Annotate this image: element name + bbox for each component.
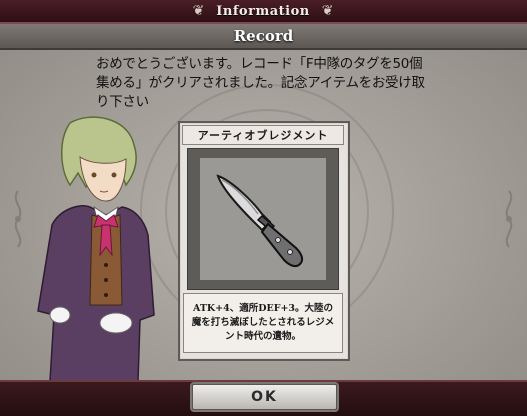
fleur-ornament-icon: ❦ xyxy=(192,3,205,19)
character-portrait xyxy=(37,116,155,381)
left-side-ornament-icon xyxy=(14,190,22,248)
item-image-background xyxy=(200,158,326,280)
item-name: アーティオブレジメント xyxy=(197,129,329,142)
record-title: Record xyxy=(233,27,294,45)
combat-knife-icon xyxy=(216,174,304,268)
ok-button[interactable]: OK xyxy=(192,384,337,410)
item-card: アーティオブレジメント ATK+4、適所DEF+3。大陸の魔を打ち滅ぼしたとされ… xyxy=(178,121,350,361)
item-description: ATK+4、適所DEF+3。大陸の魔を打ち滅ぼしたとされるレジメント時代の遺物。 xyxy=(191,303,335,342)
information-title: Information xyxy=(216,3,310,19)
top-bar: ❦ Information ❦ xyxy=(0,0,527,23)
record-message: おめでとうございます。レコード「F中隊のタグを50個集める」がクリアされました。… xyxy=(96,56,425,110)
information-title-box: ❦ Information ❦ xyxy=(178,2,348,20)
item-name-bar: アーティオブレジメント xyxy=(182,125,344,145)
ok-button-label: OK xyxy=(251,389,278,405)
item-description-box: ATK+4、適所DEF+3。大陸の魔を打ち滅ぼしたとされるレジメント時代の遺物。 xyxy=(183,293,343,353)
right-side-ornament-icon xyxy=(505,190,513,248)
item-image-frame xyxy=(187,148,339,290)
record-header: Record xyxy=(0,24,527,50)
fleur-ornament-icon: ❦ xyxy=(321,3,334,19)
